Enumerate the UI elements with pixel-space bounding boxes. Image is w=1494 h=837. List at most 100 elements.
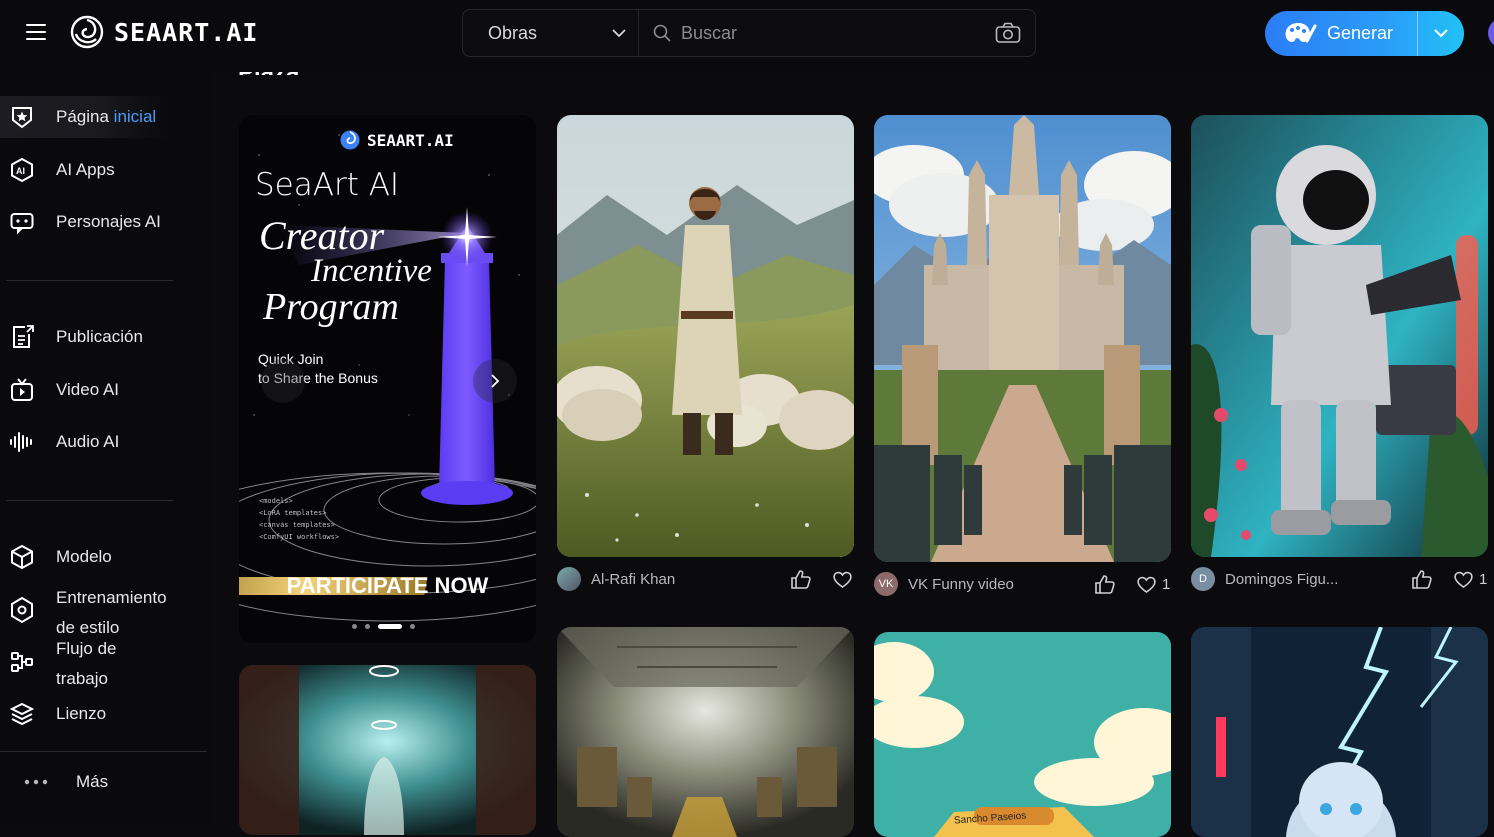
- video-icon: [8, 376, 36, 404]
- heart-icon: [1454, 571, 1473, 588]
- seaart-swirl-icon: [340, 130, 360, 150]
- author-name: VK Funny video: [908, 575, 1014, 593]
- generate-button-group: Generar: [1265, 11, 1464, 56]
- banner-title-line2: Creator: [259, 213, 385, 258]
- card-author[interactable]: D Domingos Figu...: [1191, 567, 1338, 591]
- like-count: 1: [1162, 576, 1171, 593]
- shepherd-image: [557, 115, 854, 557]
- chevron-down-icon: [1434, 29, 1448, 38]
- sidebar-item-characters[interactable]: Personajes AI: [0, 204, 200, 240]
- avatar: [557, 567, 581, 591]
- banner-title-line1: SeaArt AI: [255, 167, 400, 203]
- chevron-down-icon: [612, 28, 626, 37]
- search-icon: [653, 24, 671, 42]
- like-counter[interactable]: 1: [1454, 571, 1487, 588]
- sidebar-item-publish[interactable]: Publicación: [0, 319, 200, 355]
- generate-label: Generar: [1327, 23, 1394, 43]
- banner-title-line4: Program: [263, 286, 399, 328]
- thumbs-up-icon[interactable]: [1412, 570, 1432, 589]
- sidebar-item-video[interactable]: Video AI: [0, 372, 200, 408]
- sidebar-item-more[interactable]: Más: [0, 764, 200, 800]
- sidebar-item-label: Página inicial: [56, 107, 157, 126]
- menu-icon[interactable]: [26, 24, 46, 41]
- avatar: D: [1191, 567, 1215, 591]
- search-input[interactable]: [679, 21, 987, 45]
- canvas-layers-icon: [8, 700, 36, 728]
- anime-lightning-image: [1191, 627, 1488, 837]
- search-field: [639, 10, 1035, 56]
- artwork-card-image[interactable]: Sancho Paseios: [874, 632, 1171, 837]
- thumbs-up-icon[interactable]: [791, 570, 811, 589]
- artwork-card-image[interactable]: [1191, 115, 1488, 557]
- card-actions: 1: [1412, 570, 1487, 589]
- logo[interactable]: SEAART.AI: [70, 14, 258, 50]
- sidebar-item-workflow[interactable]: Flujo de trabajo: [0, 634, 200, 694]
- logo-text: SEAART.AI: [114, 17, 259, 47]
- promo-banner[interactable]: SEAART.AI SeaArt AI Creator Incentive Pr…: [239, 115, 536, 643]
- user-avatar[interactable]: [1488, 18, 1494, 48]
- sidebar-divider: [6, 500, 173, 501]
- sidebar-item-canvas[interactable]: Lienzo: [0, 696, 200, 732]
- model-cube-icon: [8, 543, 36, 571]
- sidebar-divider: [6, 280, 173, 281]
- carousel-prev-button[interactable]: [261, 359, 305, 403]
- workflow-icon: [8, 648, 36, 676]
- generate-button[interactable]: Generar: [1265, 11, 1417, 56]
- characters-icon: [8, 208, 36, 236]
- artwork-card-image[interactable]: [1191, 627, 1488, 837]
- author-name: Domingos Figu...: [1225, 570, 1339, 588]
- carousel-dot[interactable]: [410, 624, 415, 629]
- sidebar: Página inicial AI AI Apps Personajes AI …: [0, 72, 213, 825]
- search-category-label: Obras: [488, 22, 538, 43]
- astronaut-image: [1191, 115, 1488, 557]
- card-actions: [791, 570, 852, 589]
- chevron-right-icon: [490, 374, 499, 388]
- card-author[interactable]: VK VK Funny video: [874, 572, 1014, 596]
- banner-code-list: <models> <LoRA templates> <canvas templa…: [259, 497, 340, 541]
- seaart-swirl-icon: [70, 15, 104, 49]
- training-icon: [8, 596, 36, 624]
- sidebar-item-audio[interactable]: Audio AI: [0, 424, 200, 460]
- sidebar-item-home[interactable]: Página inicial: [0, 96, 170, 138]
- search-category-select[interactable]: Obras: [463, 10, 639, 56]
- carousel-dot[interactable]: [352, 624, 357, 629]
- like-count: 1: [1479, 571, 1488, 588]
- avatar: VK: [874, 572, 898, 596]
- library-ghost-image: [239, 665, 536, 835]
- artwork-card-image[interactable]: [557, 627, 854, 837]
- card-actions: 1: [1095, 575, 1170, 594]
- card-author[interactable]: Al-Rafi Khan: [557, 567, 675, 591]
- factory-image: [557, 627, 854, 837]
- svg-text:AI: AI: [16, 166, 25, 176]
- sidebar-item-style-training[interactable]: Entrenamiento de estilo: [0, 578, 200, 640]
- banner-cta[interactable]: PARTICIPATE NOW: [239, 573, 536, 599]
- heart-icon: [1137, 576, 1156, 593]
- carousel-dots: [352, 624, 415, 629]
- generate-dropdown-button[interactable]: [1417, 11, 1464, 56]
- castle-image: [874, 115, 1171, 562]
- banner-logo: SEAART.AI: [339, 129, 454, 151]
- cartoon-sky-image: [874, 632, 1171, 837]
- artwork-card-image[interactable]: [557, 115, 854, 557]
- carousel-dot[interactable]: [365, 624, 370, 629]
- artwork-card-image[interactable]: [239, 665, 536, 835]
- top-bar: SEAART.AI Obras Generar: [0, 0, 1494, 72]
- more-dots-icon: [22, 768, 50, 796]
- sidebar-divider: [0, 751, 207, 752]
- heart-icon[interactable]: [833, 571, 852, 588]
- camera-icon[interactable]: [995, 22, 1021, 44]
- carousel-next-button[interactable]: [473, 359, 517, 403]
- search-bar: Obras: [462, 9, 1036, 57]
- audio-icon: [8, 428, 36, 456]
- publish-icon: [8, 323, 36, 351]
- carousel-dot-active[interactable]: [378, 624, 402, 629]
- like-counter[interactable]: 1: [1137, 576, 1170, 593]
- thumbs-up-icon[interactable]: [1095, 575, 1115, 594]
- palette-icon: [1285, 22, 1317, 42]
- sidebar-item-ai-apps[interactable]: AI AI Apps: [0, 152, 200, 188]
- home-star-icon: [8, 103, 36, 131]
- sidebar-item-model[interactable]: Modelo: [0, 539, 200, 575]
- artwork-card-image[interactable]: [874, 115, 1171, 562]
- author-name: Al-Rafi Khan: [591, 570, 676, 588]
- ai-apps-icon: AI: [8, 156, 36, 184]
